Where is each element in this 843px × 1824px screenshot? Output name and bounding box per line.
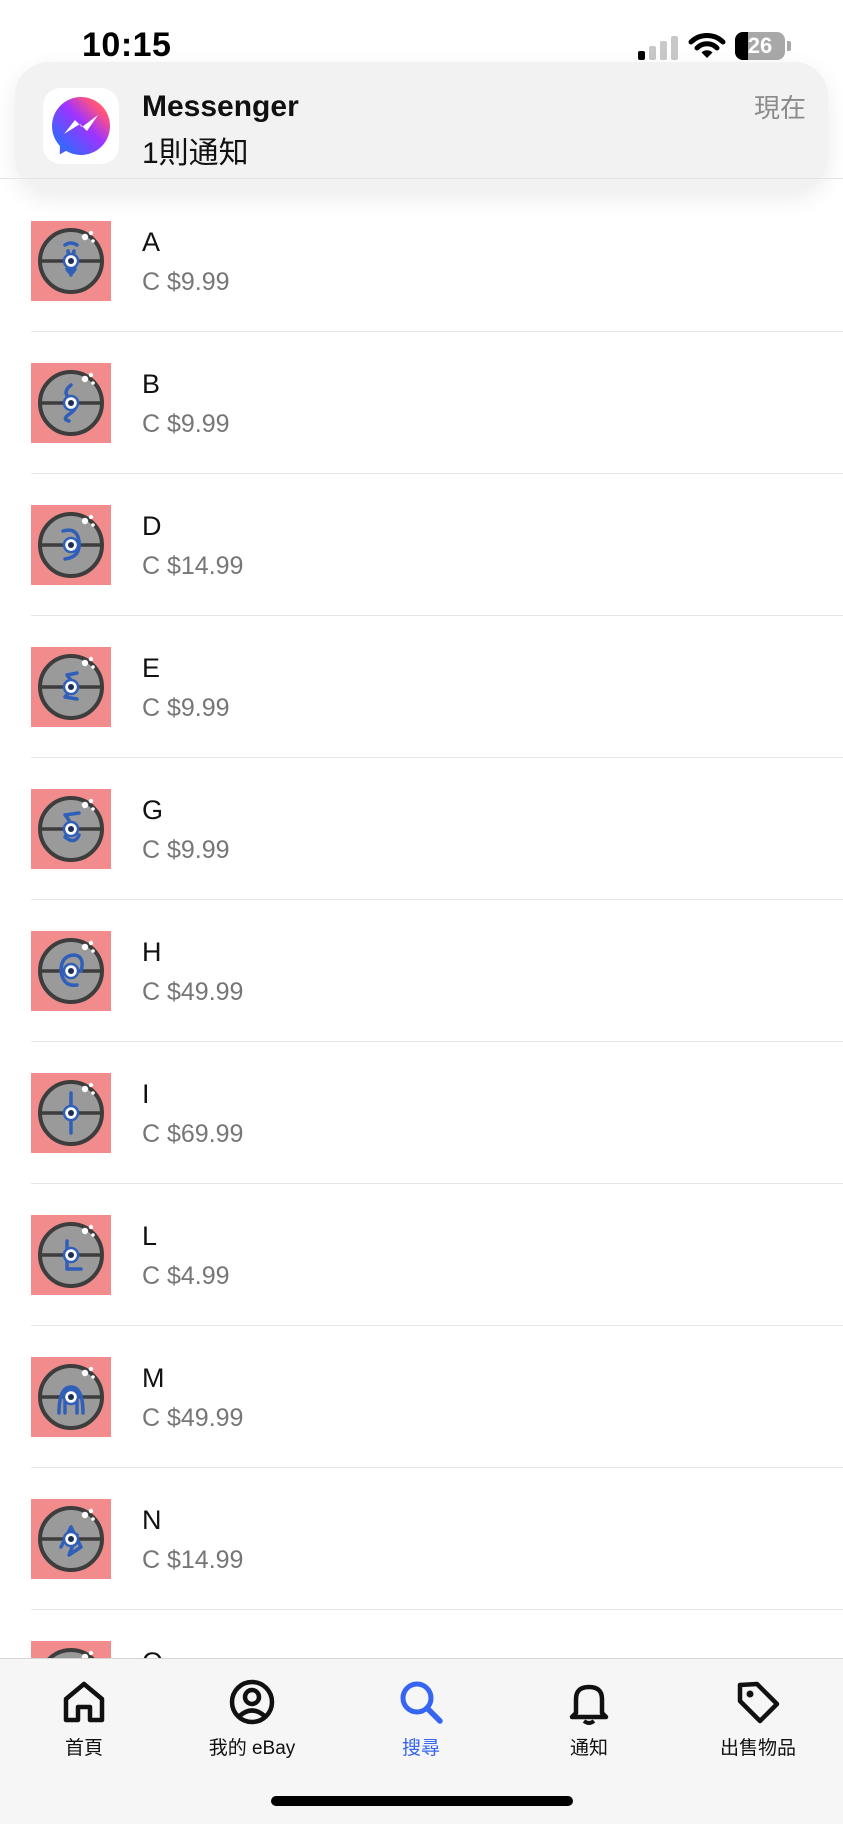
item-price: C $14.99 [142,552,244,580]
item-price: C $9.99 [142,836,230,864]
battery-cap [787,41,791,51]
list-item[interactable]: H C $49.99 [0,900,843,1042]
item-title: E [142,653,161,683]
list-item[interactable]: L C $4.99 [0,1184,843,1326]
item-price: C $49.99 [142,1404,244,1432]
home-icon [63,1681,105,1723]
list-item[interactable]: I C $69.99 [0,1042,843,1184]
item-price: C $14.99 [142,1546,244,1574]
tab-notifications-label: 通知 [569,1738,608,1759]
notification-message: 1則通知 [142,137,249,170]
home-indicator [271,1796,573,1806]
tab-search[interactable]: 搜尋 [351,1677,491,1767]
item-title: M [142,1363,165,1393]
item-thumbnail [31,1215,111,1295]
header-divider [0,178,843,179]
listing-list[interactable]: A C $9.99 B C $9.99 D C $14.99 E C $9.99… [0,190,843,1658]
item-thumbnail [31,1641,111,1658]
list-item[interactable]: G C $9.99 [0,758,843,900]
item-thumbnail [31,221,111,301]
tab-selling[interactable]: 出售物品 [688,1677,828,1767]
item-thumbnail [31,1357,111,1437]
notification-time: 現在 [753,93,806,123]
item-price: C $9.99 [142,410,230,438]
tab-home-label: 首頁 [64,1738,103,1759]
item-price: C $69.99 [142,1120,244,1148]
profile-icon [229,1679,275,1725]
tab-home[interactable]: 首頁 [14,1677,154,1767]
tab-my-ebay-label: 我的 eBay [208,1738,296,1759]
tab-search-label: 搜尋 [401,1738,440,1759]
item-price: C $9.99 [142,694,230,722]
list-item[interactable]: D C $14.99 [0,474,843,616]
status-time: 10:15 [82,26,172,64]
bell-icon [569,1684,609,1725]
tab-notifications[interactable]: 通知 [519,1677,659,1767]
tab-selling-label: 出售物品 [719,1738,796,1759]
tab-my-ebay[interactable]: 我的 eBay [182,1677,322,1767]
list-item[interactable]: N C $14.99 [0,1468,843,1610]
list-item[interactable]: B C $9.99 [0,332,843,474]
list-item[interactable]: O [0,1610,843,1658]
item-thumbnail [31,931,111,1011]
item-thumbnail [31,1499,111,1579]
item-price: C $4.99 [142,1262,230,1290]
cellular-signal-icon [638,36,678,60]
item-thumbnail [31,505,111,585]
item-price: C $49.99 [142,978,244,1006]
item-title: L [142,1221,158,1251]
messenger-notification-banner[interactable]: Messenger 1則通知 現在 [15,62,828,190]
item-title: B [142,369,161,399]
list-item[interactable]: M C $49.99 [0,1326,843,1468]
item-thumbnail [31,789,111,869]
messenger-app-icon [43,88,119,164]
list-item[interactable]: A C $9.99 [0,190,843,332]
wifi-icon [688,33,726,58]
item-title: H [142,937,162,967]
battery-icon: 26 [735,32,785,60]
item-title: O [142,1647,163,1658]
item-title: A [142,227,161,257]
item-thumbnail [31,363,111,443]
item-title: I [142,1079,150,1109]
battery-level: 26 [747,33,773,58]
search-icon [400,1681,443,1724]
list-item[interactable]: E C $9.99 [0,616,843,758]
item-title: D [142,511,162,541]
item-title: G [142,795,164,825]
price-tag-icon [737,1681,780,1724]
item-thumbnail [31,1073,111,1153]
item-price: C $9.99 [142,268,230,296]
notification-app-name: Messenger [142,90,299,123]
item-thumbnail [31,647,111,727]
item-title: N [142,1505,162,1535]
